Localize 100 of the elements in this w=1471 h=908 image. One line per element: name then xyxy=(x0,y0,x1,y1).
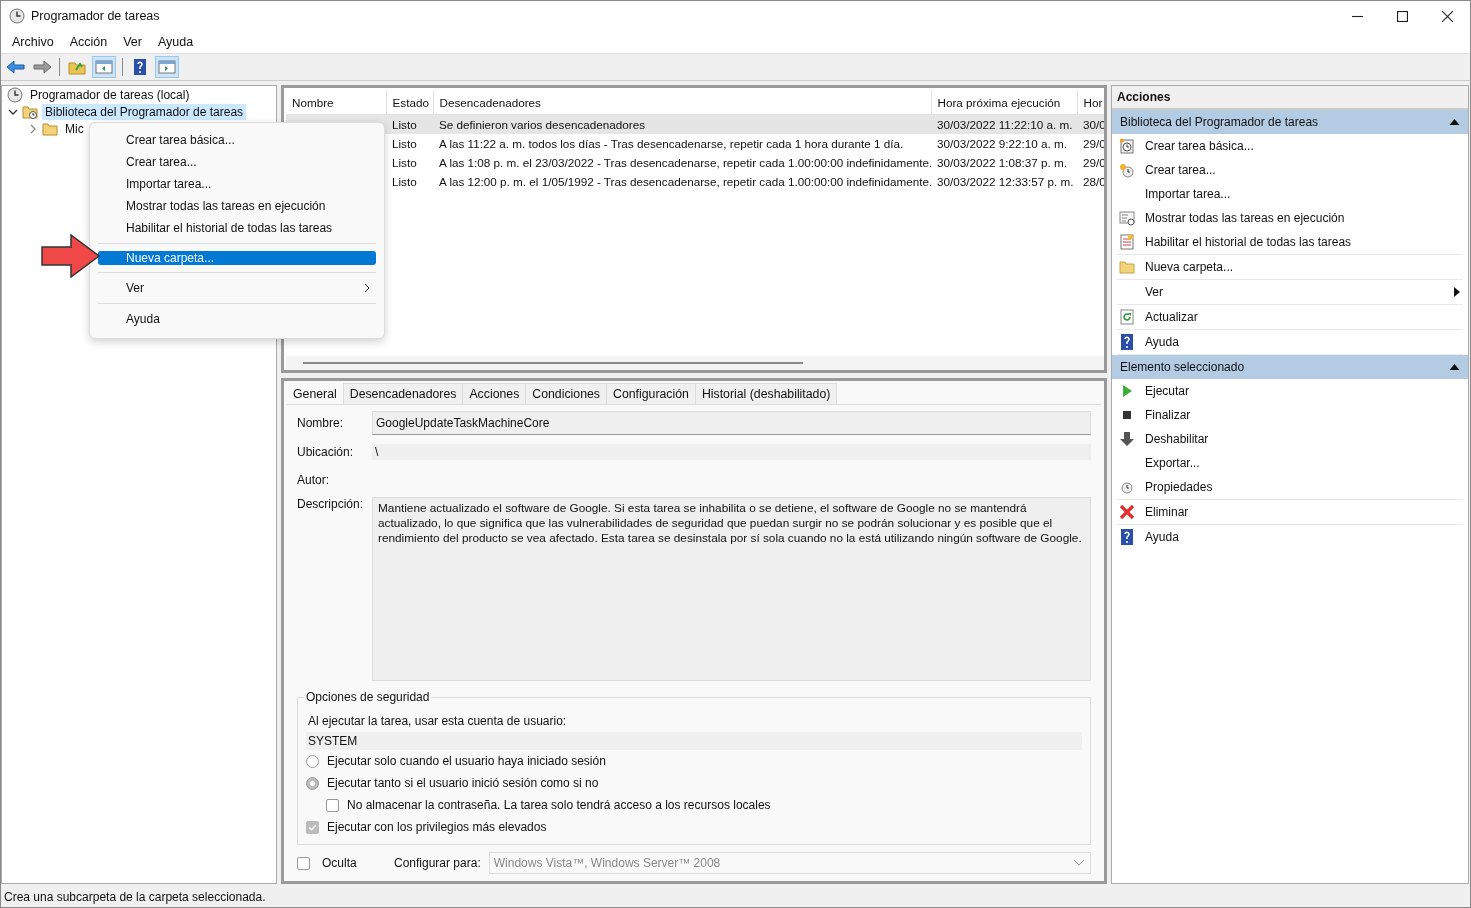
menu-item[interactable]: Acción xyxy=(61,35,116,49)
next-run-text: 30/03/2022 12:33:57 p. m. xyxy=(937,175,1074,188)
tab[interactable]: Historial (deshabilitado) xyxy=(694,383,838,404)
tree-item[interactable]: Mic xyxy=(62,120,87,137)
trigger-text: Se definieron varios desencadenadores xyxy=(439,118,645,131)
location-field[interactable]: \ xyxy=(372,444,1091,460)
forward-arrow-icon[interactable] xyxy=(31,57,53,77)
action-item[interactable]: Finalizar xyxy=(1117,403,1463,427)
action-item[interactable]: Ayuda xyxy=(1117,525,1463,549)
menu-item[interactable]: Archivo xyxy=(4,35,62,49)
trigger-text: A las 11:22 a. m. todos los días - Tras desencadenarse, repetir cada 1 hora durante 1 día. xyxy=(439,137,904,150)
status-text: Listo xyxy=(392,156,417,169)
trigger-text: A las 12:00 p. m. el 1/05/1992 - Tras desencadenarse, repetir cada 1.00:00:00 indefinidamente. xyxy=(439,175,931,188)
action-item[interactable]: Habilitar el historial de todas las tareas xyxy=(1117,230,1463,254)
tree-item[interactable]: Biblioteca del Programador de tareas xyxy=(42,103,247,120)
checkbox[interactable] xyxy=(297,856,310,870)
field-label: Autor: xyxy=(297,473,330,487)
log-document-icon xyxy=(1119,234,1135,250)
action-item[interactable]: Importar tarea... xyxy=(1117,182,1463,206)
option-label: Oculta xyxy=(322,856,358,870)
context-menu-item[interactable]: Importar tarea... xyxy=(98,173,376,195)
configure-dropdown[interactable]: Windows Vista™, Windows Server™ 2008 xyxy=(488,852,1091,874)
account-field: SYSTEM xyxy=(306,732,1082,750)
group-title: Opciones de seguridad xyxy=(304,690,432,704)
action-item[interactable]: Ejecutar xyxy=(1117,379,1463,403)
folder-icon xyxy=(42,120,58,137)
clock-icon xyxy=(7,86,23,103)
context-menu-item[interactable]: Crear tarea... xyxy=(98,151,376,173)
field-label: Descripción: xyxy=(297,497,365,511)
delete-icon xyxy=(1119,504,1135,520)
collapse-arrow-icon xyxy=(1449,119,1460,125)
scrollbar-thumb[interactable] xyxy=(303,362,803,364)
action-item[interactable]: Ver xyxy=(1117,280,1463,304)
help-icon xyxy=(1119,529,1135,545)
status-text: Listo xyxy=(392,118,417,131)
window-title: Programador de tareas xyxy=(31,9,160,23)
folder-clock-icon xyxy=(22,103,38,120)
option-label: No almacenar la contraseña. La tarea solo tendrá acceso a los recursos locales xyxy=(347,798,771,812)
context-menu-item[interactable]: Habilitar el historial de todas las tareas xyxy=(98,217,376,239)
column-header[interactable]: Hora próxima ejecución xyxy=(931,90,1077,115)
trigger-text: A las 1:08 p. m. el 23/03/2022 - Tras desencadenarse, repetir cada 1.00:00:00 indefinidamente. xyxy=(439,156,931,169)
next-run-text: 30/03/2022 9:22:10 a. m. xyxy=(937,137,1067,150)
field-label: Ubicación: xyxy=(297,445,355,459)
folder-icon xyxy=(1119,259,1135,275)
close-icon[interactable] xyxy=(1442,10,1453,22)
checkbox[interactable] xyxy=(326,798,339,812)
action-item[interactable]: Deshabilitar xyxy=(1117,427,1463,451)
checkbox[interactable] xyxy=(306,820,319,834)
context-menu-item[interactable]: Nueva carpeta... xyxy=(98,251,376,265)
action-item[interactable]: Mostrar todas las tareas en ejecución xyxy=(1117,206,1463,230)
action-item[interactable]: Nueva carpeta... xyxy=(1117,255,1463,279)
action-item[interactable]: Exportar... xyxy=(1117,451,1463,475)
action-item[interactable]: Crear tarea básica... xyxy=(1117,134,1463,158)
action-item[interactable]: Eliminar xyxy=(1117,500,1463,524)
collapse-arrow-icon xyxy=(1449,364,1460,370)
back-arrow-icon[interactable] xyxy=(5,57,27,77)
down-arrow-icon xyxy=(1119,431,1135,447)
panel-title: Acciones xyxy=(1112,86,1468,110)
context-menu-item[interactable]: Mostrar todas las tareas en ejecución xyxy=(98,195,376,217)
column-header[interactable]: Desencadenadores xyxy=(433,90,931,115)
menu-item[interactable]: Ver xyxy=(115,35,150,49)
pointer-arrow-icon xyxy=(41,234,101,278)
tab[interactable]: Desencadenadores xyxy=(342,383,464,404)
description-field[interactable]: Mantiene actualizado el software de Google. Si esta tarea se inhabilita o se detiene, el software de Google no se mantendrá actualizado, lo que significa que las vulnerabilidades de seguridad que puedan surgir no se podrán solucionar y es posible que el rendimiento del producto se vea afectado. Esta tarea se desinstala por sí sola cuando no la está utilizando ningún software de Google. xyxy=(372,497,1091,681)
tab[interactable]: Configuración xyxy=(606,383,696,404)
action-item[interactable]: Ayuda xyxy=(1117,330,1463,354)
option-label: Ejecutar solo cuando el usuario haya iniciado sesión xyxy=(327,754,606,768)
name-field[interactable]: GoogleUpdateTaskMachineCore xyxy=(372,411,1091,435)
column-header[interactable]: Nombre xyxy=(286,90,386,115)
section-header[interactable]: Biblioteca del Programador de tareas xyxy=(1112,110,1468,134)
option-label: Ejecutar tanto si el usuario inició sesión como si no xyxy=(327,776,599,790)
action-item[interactable]: Propiedades xyxy=(1117,475,1463,499)
status-text: Listo xyxy=(392,175,417,188)
caret-icon xyxy=(1074,860,1084,866)
context-menu-item[interactable]: Ver xyxy=(98,277,376,299)
clock-icon xyxy=(9,8,25,24)
panel-icon[interactable] xyxy=(92,56,116,78)
column-header[interactable]: Estado xyxy=(386,90,433,115)
next-run-text: 30/03/2022 11:22:10 a. m. xyxy=(937,118,1073,131)
refresh-icon xyxy=(1119,309,1135,325)
clock-document-icon xyxy=(1119,138,1135,154)
option-label: Ejecutar con los privilegios más elevados xyxy=(327,820,547,834)
status-text: Listo xyxy=(392,137,417,150)
section-header[interactable]: Elemento seleccionado xyxy=(1112,355,1468,379)
context-menu-item[interactable]: Ayuda xyxy=(98,308,376,330)
tab[interactable]: Acciones xyxy=(462,383,527,404)
field-label: Configurar para: xyxy=(394,856,481,870)
radio-button[interactable] xyxy=(306,754,319,768)
menu-item[interactable]: Ayuda xyxy=(150,35,202,49)
chevron-icon xyxy=(364,283,370,293)
action-item[interactable]: Actualizar xyxy=(1117,305,1463,329)
field-label: Al ejecutar la tarea, usar esta cuenta de usuario: xyxy=(307,713,568,730)
maximize-icon[interactable] xyxy=(1397,10,1408,22)
tab[interactable]: Condiciones xyxy=(525,383,607,404)
column-header[interactable]: Hor xyxy=(1077,90,1104,115)
clock-icon xyxy=(1119,162,1135,178)
tree-item[interactable]: Programador de tareas (local) xyxy=(27,86,193,103)
action-item[interactable]: Crear tarea... xyxy=(1117,158,1463,182)
help-icon xyxy=(1119,334,1135,350)
radio-button[interactable] xyxy=(306,776,319,790)
